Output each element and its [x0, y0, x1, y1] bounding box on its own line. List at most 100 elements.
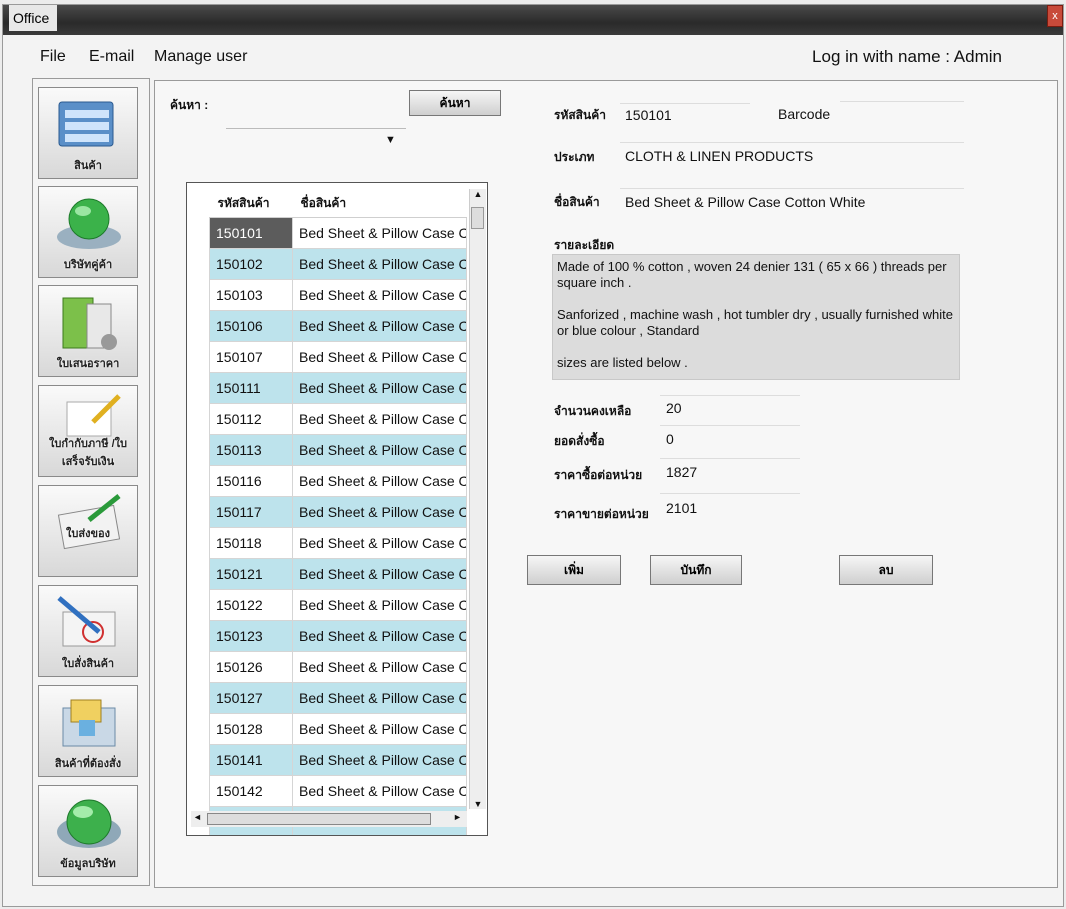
product-name-cell[interactable]: Bed Sheet & Pillow Case Cc	[292, 651, 467, 683]
product-code-cell[interactable]: 150113	[209, 434, 293, 466]
table-row[interactable]: 150128 Bed Sheet & Pillow Case Cc	[209, 713, 467, 745]
product-name-cell[interactable]: Bed Sheet & Pillow Case Cc	[292, 310, 467, 342]
search-input[interactable]	[226, 92, 406, 129]
column-header-code[interactable]: รหัสสินค้า	[209, 189, 293, 218]
scroll-right-icon[interactable]: ►	[453, 812, 462, 822]
table-row[interactable]: 150101Bed Sheet & Pillow Case Cotton Whi…	[209, 217, 467, 249]
product-grid[interactable]: รหัสสินค้า ชื่อสินค้า 150101 Bed Sheet & …	[186, 182, 488, 836]
table-row[interactable]: 150117 Bed Sheet & Pillow Case Cc	[209, 496, 467, 528]
cost-price-value[interactable]: 1827	[666, 464, 697, 480]
product-code-cell[interactable]: 150123	[209, 620, 293, 652]
column-header-name[interactable]: ชื่อสินค้า	[292, 189, 467, 218]
nav-partners-label: บริษัทคู่ค้า	[63, 259, 113, 271]
sale-price-value[interactable]: 2101	[666, 500, 697, 516]
product-name-cell[interactable]: Bed Sheet & Pillow Case Cc	[292, 527, 467, 559]
product-code-cell[interactable]: 150116	[209, 465, 293, 497]
product-name-cell[interactable]: Bed Sheet & Pillow Case Cc	[292, 248, 467, 280]
scroll-down-icon[interactable]: ▼	[470, 799, 486, 809]
product-code-cell[interactable]: 150122	[209, 589, 293, 621]
product-code-cell[interactable]: 150101	[209, 217, 293, 249]
product-code-cell[interactable]: 150141	[209, 744, 293, 776]
table-row[interactable]: 150141 Bed Sheet & Pillow Case Cc	[209, 744, 467, 776]
product-code-cell[interactable]: 150121	[209, 558, 293, 590]
scroll-up-icon[interactable]: ▲	[470, 189, 486, 199]
table-row[interactable]: 150116 Bed Sheet & Pillow Case Cc	[209, 465, 467, 497]
table-row[interactable]: 150111 Bed Sheet & Pillow Case Cc	[209, 372, 467, 404]
product-code-cell[interactable]: 150103	[209, 279, 293, 311]
nav-delivery-note[interactable]: ใบส่งของ	[38, 485, 138, 577]
nav-invoice-receipt[interactable]: ใบกำกับภาษี /ใบเสร็จรับเงิน	[38, 385, 138, 477]
nav-quotation[interactable]: ใบเสนอราคา	[38, 285, 138, 377]
product-name-cell[interactable]: Bed Sheet & Pillow Case Cc	[292, 279, 467, 311]
table-row[interactable]: 150121 Bed Sheet & Pillow Case Cc	[209, 558, 467, 590]
table-row[interactable]: 150107 Bed Sheet & Pillow Case Cc	[209, 341, 467, 373]
product-name-cell[interactable]: Bed Sheet & Pillow Case Cotton White	[292, 217, 467, 249]
menu-file[interactable]: File	[40, 48, 66, 66]
product-name-cell[interactable]: Bed Sheet & Pillow Case Cc	[292, 496, 467, 528]
product-name-cell[interactable]: Bed Sheet & Pillow Case Cc	[292, 620, 467, 652]
vertical-scrollbar[interactable]: ▲ ▼	[469, 189, 486, 809]
product-name-label: ชื่อสินค้า	[554, 195, 600, 209]
menu-email[interactable]: E-mail	[89, 48, 134, 66]
product-name-cell[interactable]: Bed Sheet & Pillow Case Cc	[292, 341, 467, 373]
table-row[interactable]: 150126 Bed Sheet & Pillow Case Cc	[209, 651, 467, 683]
nav-purchase-order[interactable]: ใบสั่งสินค้า	[38, 585, 138, 677]
product-name-cell[interactable]: Bed Sheet & Pillow Case Cc	[292, 744, 467, 776]
product-code-cell[interactable]: 150107	[209, 341, 293, 373]
product-code-cell[interactable]: 150128	[209, 713, 293, 745]
product-name-cell[interactable]: Bed Sheet & Pillow Case Cc	[292, 465, 467, 497]
product-name-cell[interactable]: Bed Sheet & Pillow Case Cc	[292, 434, 467, 466]
nav-partners[interactable]: บริษัทคู่ค้า	[38, 186, 138, 278]
add-button[interactable]: เพิ่ม	[527, 555, 621, 585]
product-name-cell[interactable]: Bed Sheet & Pillow Case Cc	[292, 713, 467, 745]
description-line-3: sizes are listed below .	[557, 355, 688, 370]
product-name-cell[interactable]: Bed Sheet & Pillow Case Cc	[292, 558, 467, 590]
horizontal-scrollbar[interactable]: ◄ ►	[191, 811, 467, 827]
delete-button[interactable]: ลบ	[839, 555, 933, 585]
table-row[interactable]: 150102 Bed Sheet & Pillow Case Cc	[209, 248, 467, 280]
product-code-cell[interactable]: 150106	[209, 310, 293, 342]
product-code-cell[interactable]: 150117	[209, 496, 293, 528]
table-row[interactable]: 150113 Bed Sheet & Pillow Case Cc	[209, 434, 467, 466]
menu-manage-user[interactable]: Manage user	[154, 48, 247, 66]
product-name-cell[interactable]: Bed Sheet & Pillow Case Cc	[292, 682, 467, 714]
search-button[interactable]: ค้นหา	[409, 90, 501, 116]
product-code-value[interactable]: 150101	[625, 107, 672, 123]
ordered-qty-value[interactable]: 0	[666, 431, 674, 447]
save-button[interactable]: บันทึก	[650, 555, 742, 585]
table-row[interactable]: 150122 Bed Sheet & Pillow Case Cc	[209, 589, 467, 621]
table-row[interactable]: 150127 Bed Sheet & Pillow Case Cc	[209, 682, 467, 714]
nav-company-info[interactable]: ข้อมูลบริษัท	[38, 785, 138, 877]
product-type-value[interactable]: CLOTH & LINEN PRODUCTS	[625, 148, 813, 164]
product-name-cell[interactable]: Bed Sheet & Pillow Case Cc	[292, 372, 467, 404]
product-code-cell[interactable]: 150102	[209, 248, 293, 280]
close-icon[interactable]: x	[1047, 5, 1063, 27]
scroll-left-icon[interactable]: ◄	[193, 812, 202, 822]
table-row[interactable]: 150106 Bed Sheet & Pillow Case Cc	[209, 310, 467, 342]
product-name-value[interactable]: Bed Sheet & Pillow Case Cotton White	[625, 194, 865, 210]
product-name-cell[interactable]: Bed Sheet & Pillow Case Cc	[292, 589, 467, 621]
product-folder-icon	[58, 101, 114, 147]
nav-products[interactable]: สินค้า	[38, 87, 138, 179]
table-row[interactable]: 150123 Bed Sheet & Pillow Case Cc	[209, 620, 467, 652]
remaining-qty-value[interactable]: 20	[666, 400, 682, 416]
product-code-cell[interactable]: 150118	[209, 527, 293, 559]
chevron-down-icon[interactable]: ▼	[385, 134, 396, 146]
description-textarea[interactable]: Made of 100 % cotton , woven 24 denier 1…	[552, 254, 960, 380]
product-name-cell[interactable]: Bed Sheet & Pillow Case Cc	[292, 403, 467, 435]
product-type-field-line	[620, 142, 964, 143]
product-code-cell[interactable]: 150111	[209, 372, 293, 404]
table-row[interactable]: 150118 Bed Sheet & Pillow Case Cc	[209, 527, 467, 559]
product-code-cell[interactable]: 150126	[209, 651, 293, 683]
nav-reorder-products[interactable]: สินค้าที่ต้องสั่ง	[38, 685, 138, 777]
product-code-cell[interactable]: 150142	[209, 775, 293, 807]
vertical-scroll-thumb[interactable]	[471, 207, 484, 229]
horizontal-scroll-thumb[interactable]	[207, 813, 431, 825]
product-name-cell[interactable]: Bed Sheet & Pillow Case Cc	[292, 775, 467, 807]
table-row[interactable]: 150103 Bed Sheet & Pillow Case Cc	[209, 279, 467, 311]
table-row[interactable]: 150142 Bed Sheet & Pillow Case Cc	[209, 775, 467, 807]
table-row[interactable]: 150112 Bed Sheet & Pillow Case Cc	[209, 403, 467, 435]
product-code-cell[interactable]: 150112	[209, 403, 293, 435]
product-name-field-line	[620, 188, 964, 189]
product-code-cell[interactable]: 150127	[209, 682, 293, 714]
